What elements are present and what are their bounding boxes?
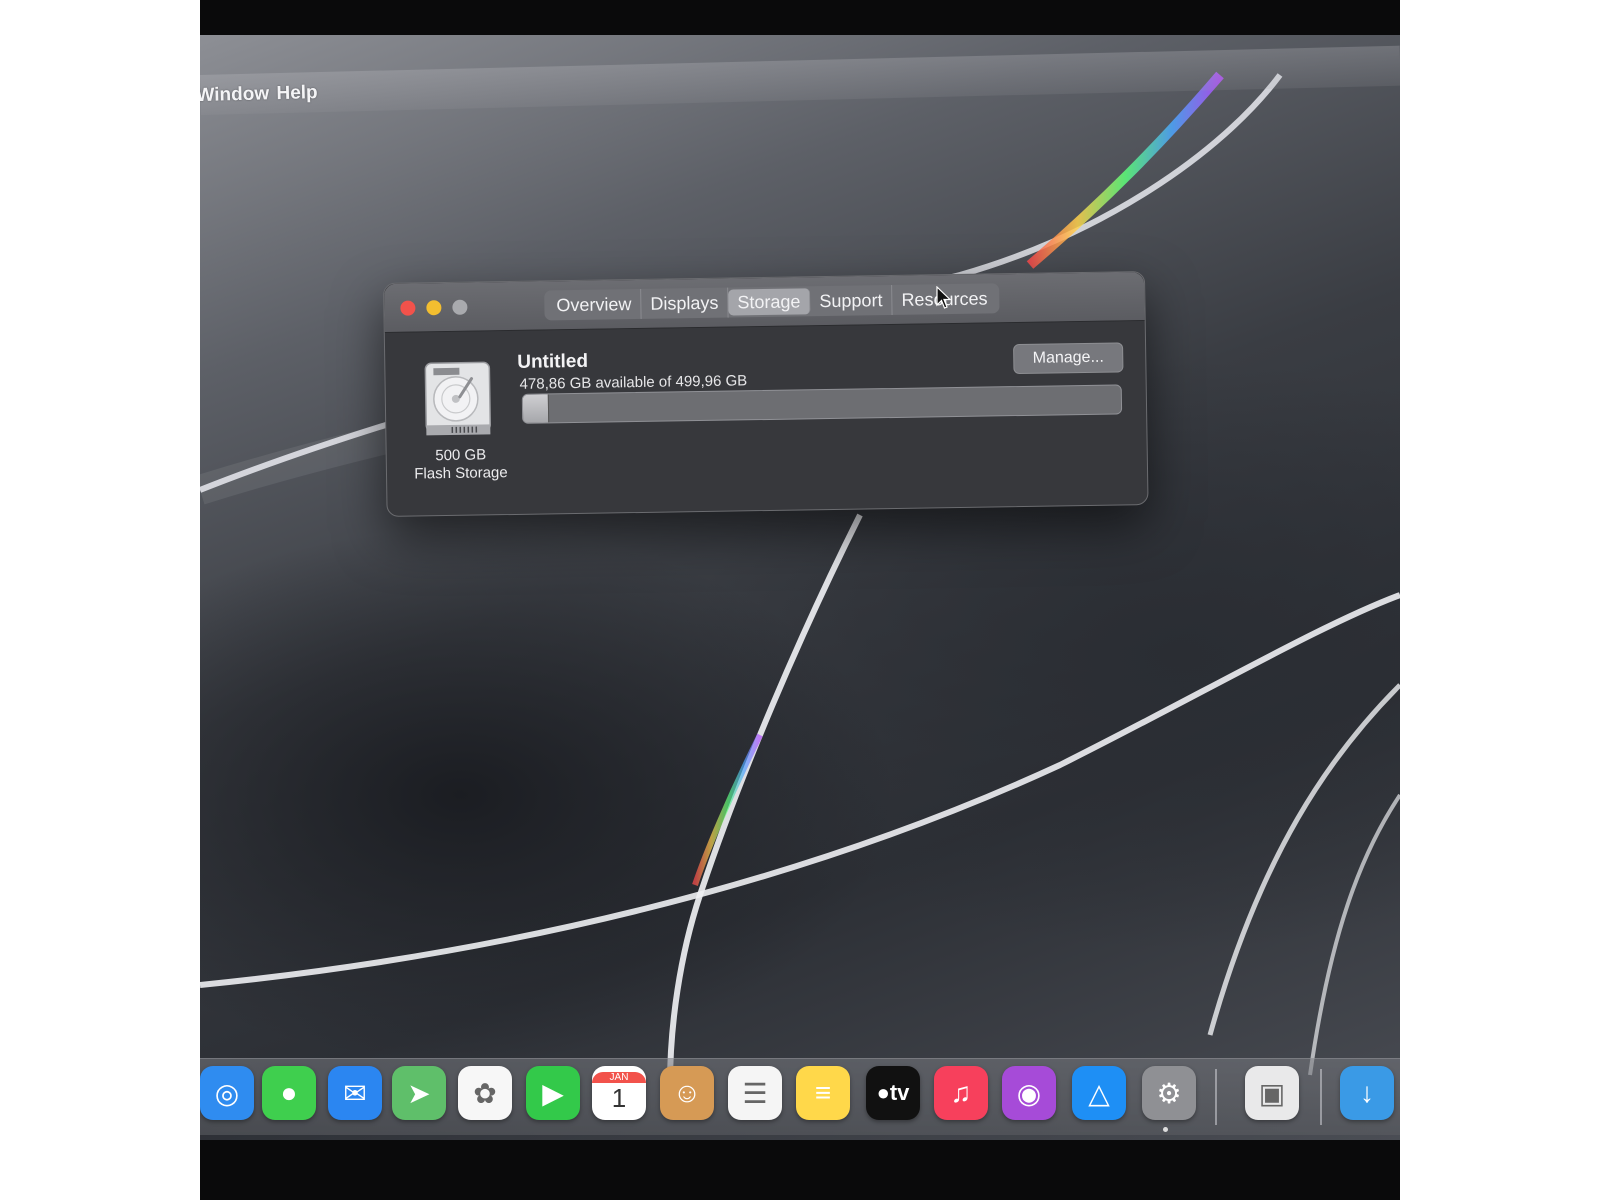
close-button[interactable] (400, 300, 416, 316)
maps-icon[interactable]: ➤ (392, 1066, 446, 1120)
reminders-icon[interactable]: ☰ (728, 1066, 782, 1120)
minimize-button[interactable] (426, 300, 442, 316)
menu-help[interactable]: Help (276, 82, 318, 105)
disk-type-label: Flash Storage (414, 464, 508, 483)
tab-overview[interactable]: Overview (547, 288, 642, 321)
volume-name: Untitled (517, 350, 589, 373)
music-icon[interactable]: ♫ (934, 1066, 988, 1120)
storage-used-segment (522, 394, 550, 423)
calendar-icon[interactable]: JAN 1 (592, 1066, 646, 1120)
hard-drive-icon (424, 361, 491, 436)
podcasts-icon[interactable]: ◉ (1002, 1066, 1056, 1120)
volume-availability: 478,86 GB available of 499,96 GB (519, 372, 748, 393)
tv-label: ●tv (876, 1080, 910, 1105)
dock-separator (1215, 1069, 1217, 1125)
safari-icon[interactable]: ◎ (200, 1066, 254, 1120)
calendar-month: JAN (592, 1072, 646, 1083)
tv-icon[interactable]: ●tv (866, 1066, 920, 1120)
menu-window[interactable]: Window (200, 83, 269, 107)
facetime-icon[interactable]: ▶ (526, 1066, 580, 1120)
monitor-screen: Window Help Overview Displays Storage Su… (200, 0, 1400, 1200)
tab-displays[interactable]: Displays (641, 287, 729, 319)
disk-size-label: 500 GB (435, 446, 487, 465)
manage-button[interactable]: Manage... (1013, 342, 1124, 375)
app-store-icon[interactable]: △ (1072, 1066, 1126, 1120)
tab-storage[interactable]: Storage (728, 288, 811, 316)
calendar-day: 1 (611, 1083, 627, 1113)
system-information-icon[interactable]: ▣ (1245, 1066, 1299, 1120)
messages-icon[interactable]: ● (262, 1066, 316, 1120)
contacts-icon[interactable]: ☺ (660, 1066, 714, 1120)
notes-icon[interactable]: ≡ (796, 1066, 850, 1120)
mail-icon[interactable]: ✉ (328, 1066, 382, 1120)
mouse-cursor-icon (936, 286, 952, 309)
zoom-button[interactable] (452, 299, 468, 315)
system-settings-icon[interactable]: ⚙ (1142, 1066, 1196, 1120)
photos-icon[interactable]: ✿ (458, 1066, 512, 1120)
downloads-folder-icon[interactable]: ↓ (1340, 1066, 1394, 1120)
dock: ◎ ● ✉ ➤ ✿ ▶ JAN 1 ☺ ☰ ≡ ●tv ♫ ◉ △ ⚙ ▣ ↓ (200, 1058, 1400, 1135)
about-this-mac-window: Overview Displays Storage Support Resour… (383, 271, 1149, 517)
tab-support[interactable]: Support (810, 285, 893, 317)
window-titlebar[interactable]: Overview Displays Storage Support Resour… (384, 272, 1145, 333)
running-indicator (1163, 1127, 1168, 1132)
desktop-wallpaper (200, 35, 1400, 1140)
dock-separator (1320, 1069, 1322, 1125)
tab-bar: Overview Displays Storage Support Resour… (544, 283, 1000, 321)
